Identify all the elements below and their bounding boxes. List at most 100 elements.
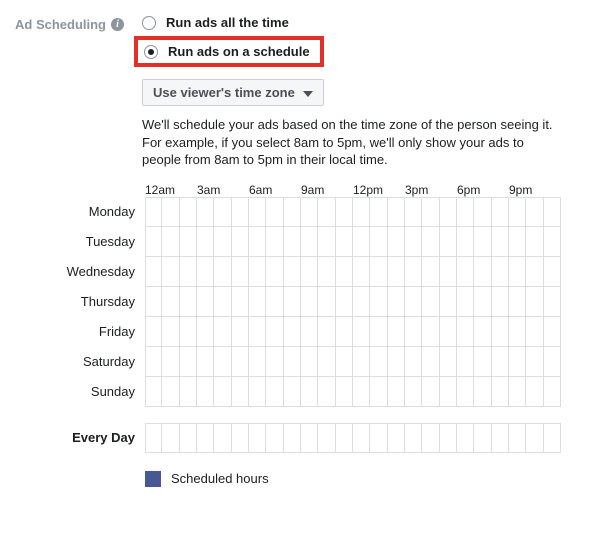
schedule-cell[interactable] [388, 227, 405, 257]
schedule-cell[interactable] [318, 287, 335, 317]
schedule-cell[interactable] [440, 347, 457, 377]
schedule-cell[interactable] [318, 423, 335, 453]
schedule-cell[interactable] [509, 317, 526, 347]
schedule-cell[interactable] [509, 197, 526, 227]
schedule-cell[interactable] [145, 423, 162, 453]
schedule-cell[interactable] [509, 227, 526, 257]
schedule-cell[interactable] [145, 317, 162, 347]
schedule-cell[interactable] [440, 287, 457, 317]
schedule-cell[interactable] [249, 197, 266, 227]
schedule-cell[interactable] [145, 197, 162, 227]
schedule-cell[interactable] [336, 317, 353, 347]
schedule-cell[interactable] [266, 377, 283, 407]
schedule-cell[interactable] [301, 287, 318, 317]
schedule-cell[interactable] [492, 423, 509, 453]
timezone-dropdown[interactable]: Use viewer's time zone [142, 79, 324, 106]
schedule-cell[interactable] [318, 227, 335, 257]
schedule-cell[interactable] [266, 197, 283, 227]
schedule-cell[interactable] [440, 197, 457, 227]
schedule-cell[interactable] [440, 257, 457, 287]
schedule-cell[interactable] [301, 227, 318, 257]
schedule-cell[interactable] [492, 347, 509, 377]
schedule-cell[interactable] [162, 257, 179, 287]
info-icon[interactable]: i [111, 18, 124, 31]
schedule-cell[interactable] [457, 423, 474, 453]
schedule-cell[interactable] [526, 317, 543, 347]
schedule-cell[interactable] [405, 347, 422, 377]
schedule-cell[interactable] [232, 227, 249, 257]
schedule-cell[interactable] [214, 257, 231, 287]
radio-option-all-time[interactable]: Run ads all the time [142, 15, 585, 30]
schedule-cell[interactable] [526, 347, 543, 377]
schedule-cell[interactable] [440, 423, 457, 453]
radio-option-on-schedule[interactable]: Run ads on a schedule [144, 44, 310, 59]
schedule-cell[interactable] [544, 227, 561, 257]
schedule-cell[interactable] [162, 197, 179, 227]
schedule-cell[interactable] [457, 377, 474, 407]
schedule-cell[interactable] [180, 377, 197, 407]
schedule-cell[interactable] [544, 317, 561, 347]
schedule-cell[interactable] [162, 347, 179, 377]
schedule-cell[interactable] [405, 287, 422, 317]
schedule-cell[interactable] [388, 197, 405, 227]
schedule-cell[interactable] [353, 377, 370, 407]
schedule-cell[interactable] [526, 227, 543, 257]
schedule-cell[interactable] [214, 423, 231, 453]
schedule-cell[interactable] [474, 317, 491, 347]
schedule-cell[interactable] [544, 423, 561, 453]
schedule-cell[interactable] [232, 287, 249, 317]
schedule-cell[interactable] [301, 197, 318, 227]
schedule-cell[interactable] [353, 317, 370, 347]
schedule-cell[interactable] [474, 197, 491, 227]
schedule-cell[interactable] [162, 423, 179, 453]
schedule-cell[interactable] [422, 377, 439, 407]
schedule-cell[interactable] [266, 257, 283, 287]
schedule-cell[interactable] [284, 317, 301, 347]
schedule-cell[interactable] [544, 347, 561, 377]
schedule-cell[interactable] [249, 317, 266, 347]
schedule-cell[interactable] [180, 423, 197, 453]
schedule-cell[interactable] [422, 423, 439, 453]
schedule-cell[interactable] [301, 377, 318, 407]
schedule-cell[interactable] [526, 287, 543, 317]
schedule-cell[interactable] [266, 423, 283, 453]
schedule-cell[interactable] [336, 287, 353, 317]
schedule-cell[interactable] [180, 227, 197, 257]
schedule-cell[interactable] [214, 377, 231, 407]
schedule-cell[interactable] [353, 257, 370, 287]
schedule-cell[interactable] [266, 347, 283, 377]
schedule-cell[interactable] [301, 347, 318, 377]
schedule-cell[interactable] [145, 227, 162, 257]
schedule-cell[interactable] [405, 317, 422, 347]
schedule-cell[interactable] [370, 347, 387, 377]
schedule-cell[interactable] [422, 347, 439, 377]
schedule-cell[interactable] [405, 227, 422, 257]
schedule-cell[interactable] [180, 257, 197, 287]
schedule-cell[interactable] [197, 317, 214, 347]
schedule-cell[interactable] [492, 317, 509, 347]
schedule-cell[interactable] [474, 347, 491, 377]
schedule-cell[interactable] [388, 423, 405, 453]
schedule-cell[interactable] [544, 287, 561, 317]
schedule-cell[interactable] [370, 257, 387, 287]
schedule-cell[interactable] [336, 227, 353, 257]
schedule-cell[interactable] [284, 347, 301, 377]
schedule-cell[interactable] [509, 287, 526, 317]
schedule-cell[interactable] [180, 347, 197, 377]
schedule-cell[interactable] [544, 197, 561, 227]
schedule-cell[interactable] [474, 227, 491, 257]
schedule-cell[interactable] [405, 377, 422, 407]
schedule-cell[interactable] [353, 423, 370, 453]
schedule-cell[interactable] [249, 257, 266, 287]
schedule-cell[interactable] [353, 197, 370, 227]
schedule-cell[interactable] [370, 377, 387, 407]
schedule-cell[interactable] [388, 287, 405, 317]
schedule-cell[interactable] [474, 377, 491, 407]
schedule-cell[interactable] [492, 287, 509, 317]
schedule-cell[interactable] [214, 197, 231, 227]
schedule-cell[interactable] [318, 347, 335, 377]
schedule-cell[interactable] [440, 317, 457, 347]
schedule-cell[interactable] [388, 377, 405, 407]
schedule-cell[interactable] [162, 317, 179, 347]
schedule-cell[interactable] [509, 257, 526, 287]
